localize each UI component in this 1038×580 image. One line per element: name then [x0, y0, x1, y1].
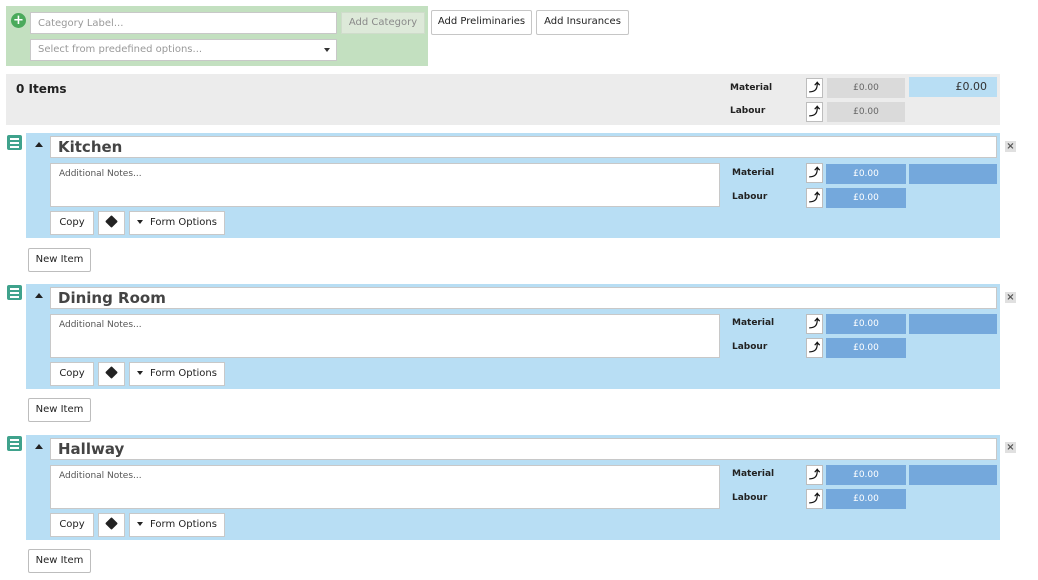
category-total-value [909, 465, 997, 485]
tag-icon [105, 517, 118, 530]
category-title[interactable]: Kitchen [50, 136, 997, 158]
tag-button[interactable] [98, 362, 125, 386]
material-label: Material [732, 469, 775, 479]
new-item-button[interactable]: New Item [28, 248, 91, 272]
labour-value: £0.00 [826, 188, 906, 208]
category-block-dining-room: Dining Room Additional Notes... Material… [26, 284, 1000, 389]
category-title[interactable]: Dining Room [50, 287, 997, 309]
labour-value: £0.00 [826, 489, 906, 509]
close-icon[interactable]: × [1005, 292, 1016, 303]
material-label: Material [732, 168, 775, 178]
form-options-button[interactable]: Form Options [129, 211, 225, 235]
collapse-caret-icon[interactable] [35, 293, 43, 298]
tag-button[interactable] [98, 211, 125, 235]
add-insurances-button[interactable]: Add Insurances [536, 10, 629, 35]
totals-bar: 0 Items Material Labour ⤴ ⤴ £0.00 £0.00 … [6, 74, 1000, 125]
tag-button[interactable] [98, 513, 125, 537]
category-total-value [909, 164, 997, 184]
additional-notes-field[interactable]: Additional Notes... [50, 163, 720, 207]
labour-uplift-arrow-icon[interactable]: ⤴ [806, 102, 823, 122]
tag-icon [105, 366, 118, 379]
predefined-options-select[interactable]: Select from predefined options... [30, 39, 337, 61]
copy-button[interactable]: Copy [50, 211, 94, 235]
chevron-down-icon [324, 48, 330, 52]
predefined-options-placeholder: Select from predefined options... [38, 44, 203, 55]
additional-notes-field[interactable]: Additional Notes... [50, 314, 720, 358]
category-block-hallway: Hallway Additional Notes... Material Lab… [26, 435, 1000, 540]
material-value: £0.00 [826, 164, 906, 184]
labour-uplift-arrow-icon[interactable]: ⤴ [806, 188, 823, 208]
form-options-label: Form Options [150, 368, 217, 379]
new-item-button[interactable]: New Item [28, 398, 91, 422]
material-uplift-arrow-icon[interactable]: ⤴ [806, 163, 823, 183]
category-title[interactable]: Hallway [50, 438, 997, 460]
new-item-button[interactable]: New Item [28, 549, 91, 573]
close-icon[interactable]: × [1005, 141, 1016, 152]
labour-label: Labour [732, 493, 768, 503]
grand-total-value: £0.00 [909, 77, 997, 97]
material-value: £0.00 [826, 314, 906, 334]
material-uplift-arrow-icon[interactable]: ⤴ [806, 78, 823, 98]
menu-icon[interactable] [7, 135, 22, 150]
labour-label: Labour [732, 342, 768, 352]
collapse-caret-icon[interactable] [35, 444, 43, 449]
form-options-label: Form Options [150, 217, 217, 228]
add-category-button[interactable]: Add Category [341, 12, 425, 34]
material-label: Material [730, 83, 773, 93]
collapse-caret-icon[interactable] [35, 142, 43, 147]
menu-icon[interactable] [7, 285, 22, 300]
labour-label: Labour [730, 106, 766, 116]
items-count: 0 Items [16, 82, 67, 96]
form-options-button[interactable]: Form Options [129, 513, 225, 537]
additional-notes-field[interactable]: Additional Notes... [50, 465, 720, 509]
plus-icon[interactable]: + [11, 13, 26, 28]
form-options-label: Form Options [150, 519, 217, 530]
form-options-button[interactable]: Form Options [129, 362, 225, 386]
tag-icon [105, 215, 118, 228]
material-total-value: £0.00 [827, 78, 905, 98]
material-value: £0.00 [826, 465, 906, 485]
chevron-down-icon [137, 522, 144, 526]
chevron-down-icon [137, 220, 144, 224]
material-uplift-arrow-icon[interactable]: ⤴ [806, 314, 823, 334]
close-icon[interactable]: × [1005, 442, 1016, 453]
labour-value: £0.00 [826, 338, 906, 358]
chevron-down-icon [137, 371, 144, 375]
copy-button[interactable]: Copy [50, 362, 94, 386]
category-total-value [909, 314, 997, 334]
copy-button[interactable]: Copy [50, 513, 94, 537]
material-label: Material [732, 318, 775, 328]
category-label-input[interactable] [30, 12, 337, 34]
labour-uplift-arrow-icon[interactable]: ⤴ [806, 489, 823, 509]
labour-total-value: £0.00 [827, 102, 905, 122]
category-block-kitchen: Kitchen Additional Notes... Material Lab… [26, 133, 1000, 238]
material-uplift-arrow-icon[interactable]: ⤴ [806, 465, 823, 485]
labour-uplift-arrow-icon[interactable]: ⤴ [806, 338, 823, 358]
menu-icon[interactable] [7, 436, 22, 451]
add-preliminaries-button[interactable]: Add Preliminaries [431, 10, 532, 35]
labour-label: Labour [732, 192, 768, 202]
add-category-panel: + Add Category Select from predefined op… [6, 6, 428, 66]
